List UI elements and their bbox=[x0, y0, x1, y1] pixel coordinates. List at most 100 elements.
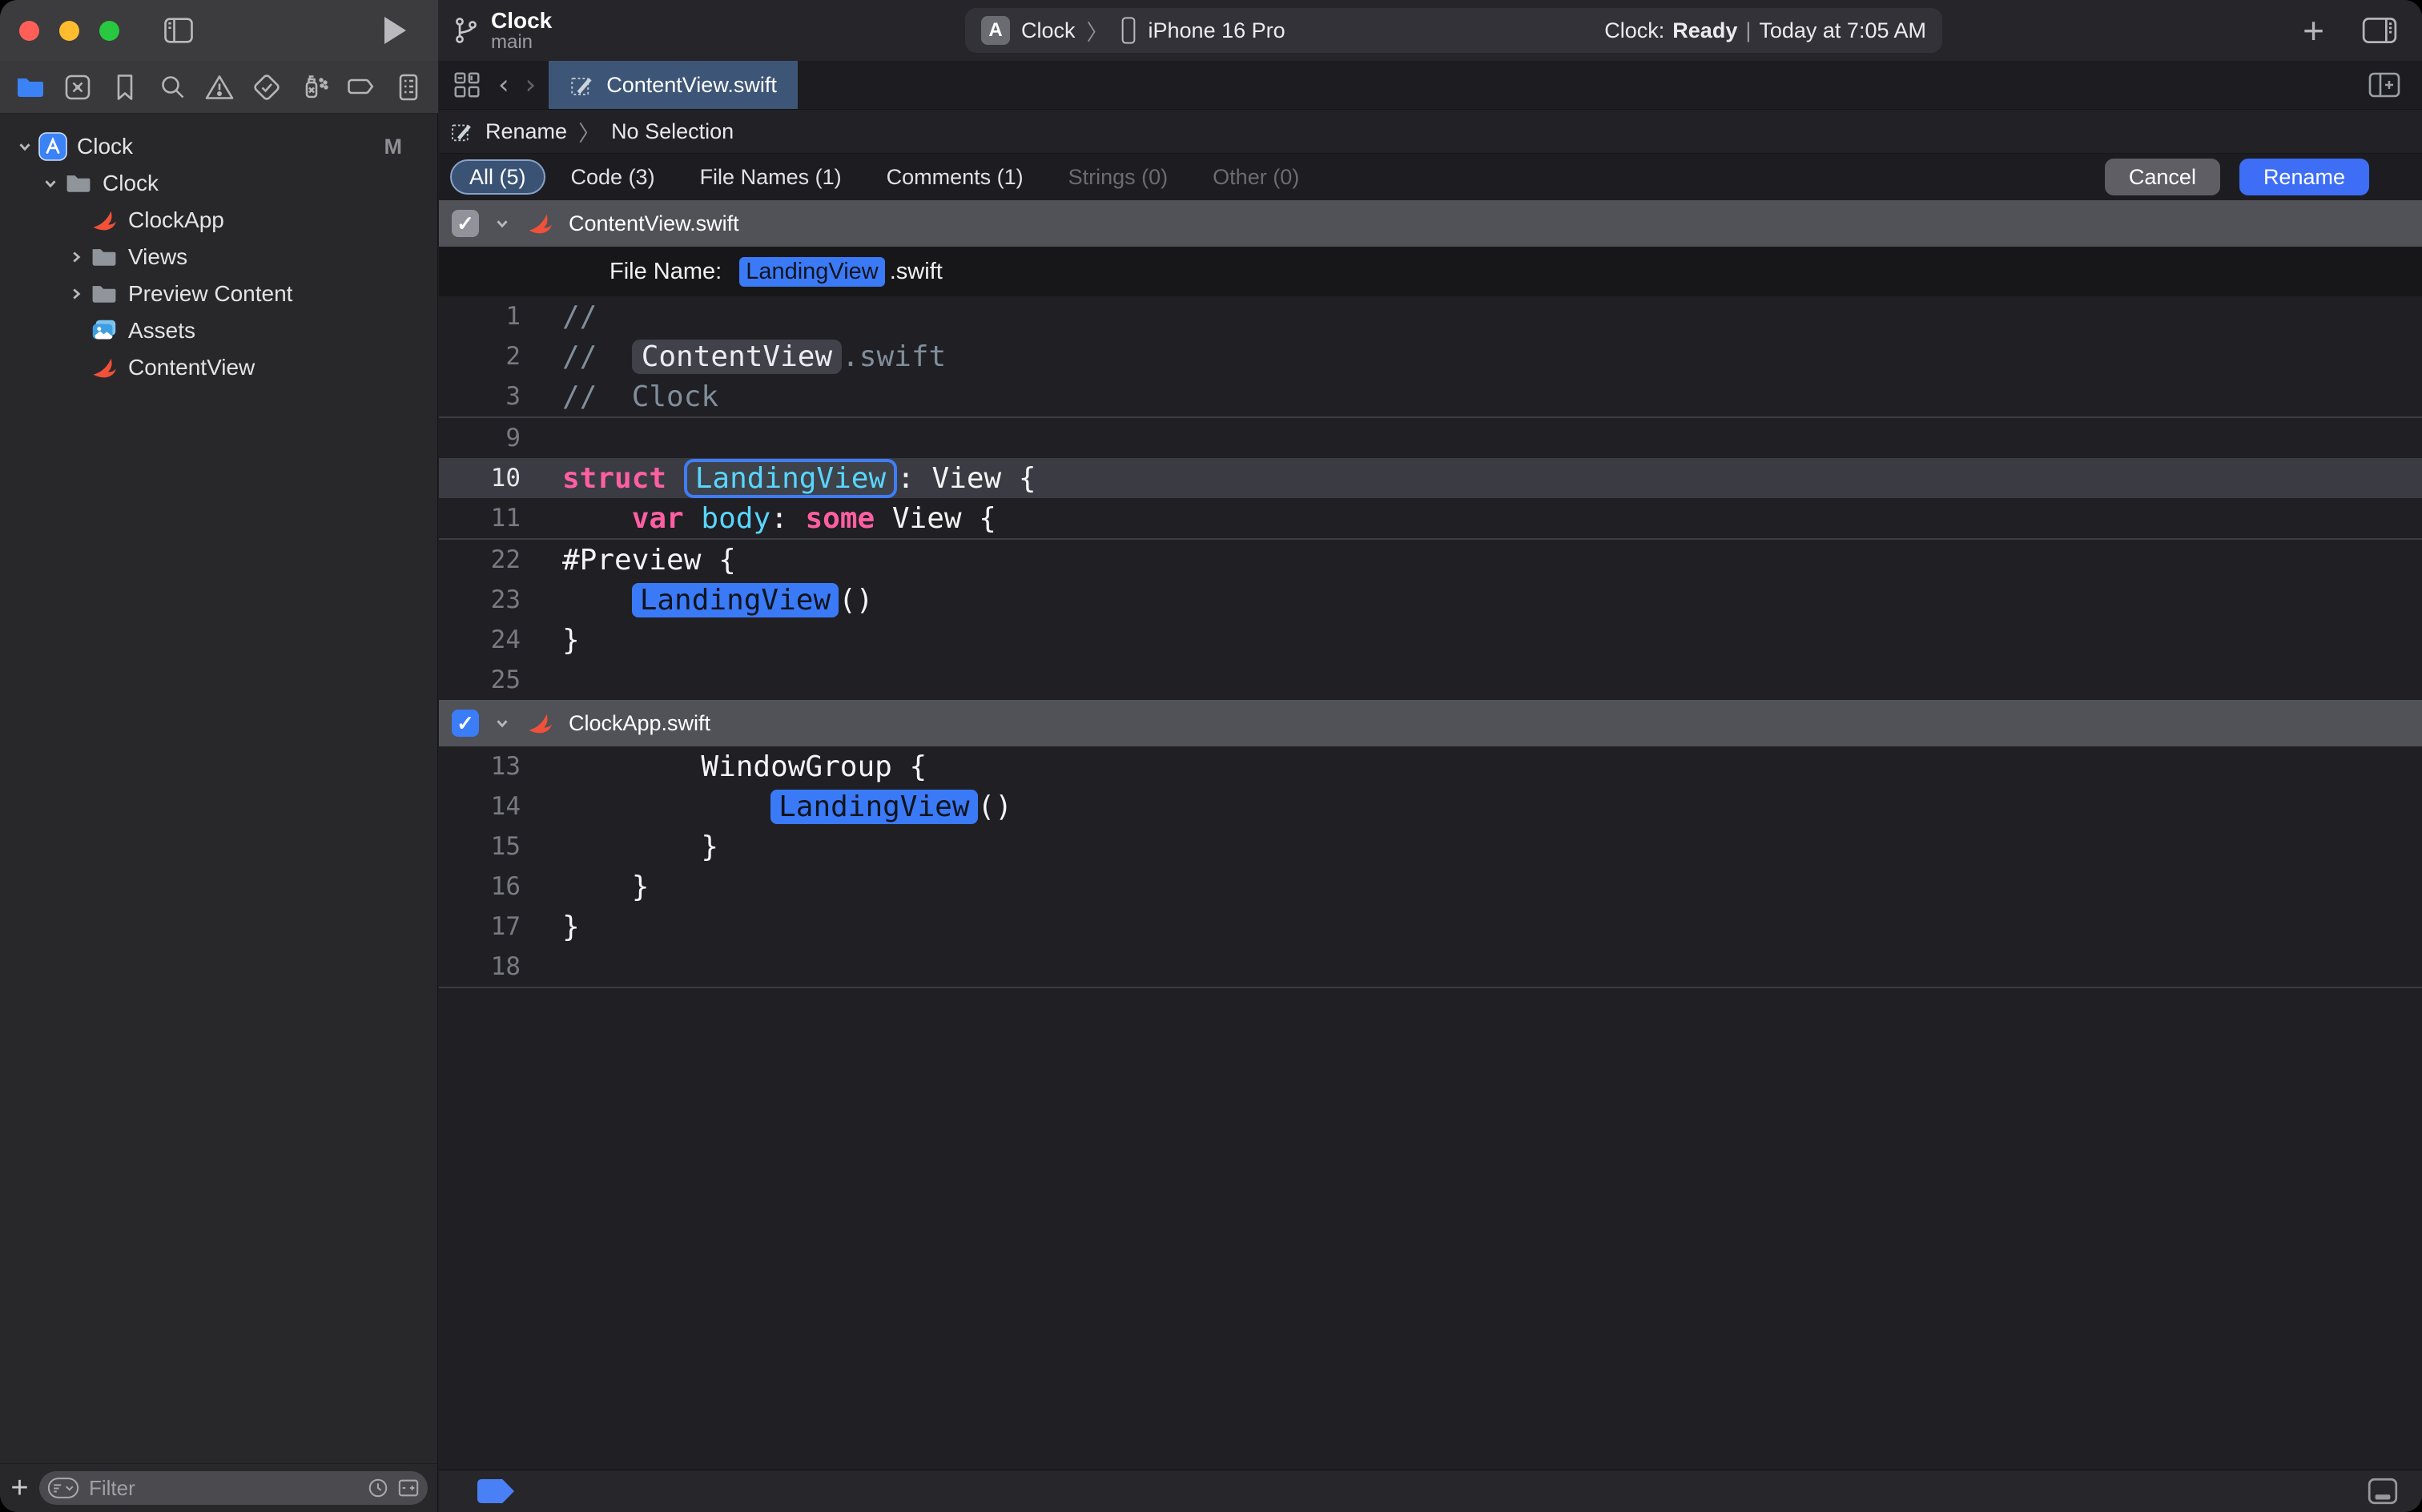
assets-icon bbox=[88, 315, 120, 347]
tree-item-clock[interactable]: Clock bbox=[0, 165, 437, 202]
tests-navigator-icon[interactable] bbox=[251, 71, 283, 103]
xcode-window: ClockMClockClockAppViewsPreview ContentA… bbox=[0, 0, 2422, 1512]
tab-contentview-swift[interactable]: ContentView.swift bbox=[549, 61, 798, 109]
project-navigator-icon[interactable] bbox=[14, 71, 46, 103]
scope-filter-other: Other (0) bbox=[1193, 159, 1318, 195]
tree-item-assets[interactable]: Assets bbox=[0, 312, 437, 349]
code-segment: #Preview { bbox=[562, 544, 736, 577]
run-destination-name[interactable]: iPhone 16 Pro bbox=[1149, 18, 1285, 43]
filter-input[interactable] bbox=[87, 1475, 359, 1502]
related-items-icon[interactable] bbox=[452, 70, 482, 100]
section-collapse-icon[interactable] bbox=[493, 215, 511, 232]
code-line-1: 1// bbox=[439, 296, 2422, 336]
source-control-status-badge: M bbox=[384, 135, 403, 159]
scope-filter-file[interactable]: File Names (1) bbox=[681, 159, 861, 195]
filter-field[interactable] bbox=[39, 1471, 428, 1505]
rename-token-comment[interactable]: ContentView bbox=[632, 340, 842, 374]
code-segment bbox=[562, 502, 632, 535]
breakpoints-navigator-icon[interactable] bbox=[345, 71, 377, 103]
code-line-2: 2// ContentView.swift bbox=[439, 336, 2422, 376]
disclosure-open-icon[interactable] bbox=[13, 138, 37, 155]
line-number: 17 bbox=[439, 912, 521, 941]
line-number: 22 bbox=[439, 545, 521, 574]
toggle-debug-area-icon[interactable] bbox=[2366, 1477, 2400, 1506]
jump-bar[interactable]: Rename 〉 No Selection bbox=[439, 110, 2422, 154]
new-tab-icon[interactable]: + bbox=[2303, 14, 2324, 46]
toggle-navigator-icon[interactable] bbox=[161, 13, 196, 48]
find-navigator-icon[interactable] bbox=[156, 71, 188, 103]
file-tree: ClockMClockClockAppViews Preview Content A… bbox=[0, 114, 437, 1463]
section-collapse-icon[interactable] bbox=[493, 714, 511, 732]
rename-mode-icon bbox=[569, 72, 595, 98]
activity-status-bar[interactable]: A Clock 〉 iPhone 16 Pro Clock: Ready | T… bbox=[965, 8, 1942, 53]
source-control-navigator-icon[interactable] bbox=[62, 71, 94, 103]
rename-breadcrumb-icon bbox=[450, 119, 474, 143]
breadcrumb-selection[interactable]: No Selection bbox=[611, 119, 734, 144]
scheme-name[interactable]: Clock bbox=[1021, 18, 1076, 43]
code-line-23: 23 LandingView() bbox=[439, 580, 2422, 620]
toggle-inspector-icon[interactable] bbox=[2361, 15, 2398, 46]
code-line-14: 14 LandingView() bbox=[439, 786, 2422, 826]
code-segment: WindowGroup { bbox=[562, 750, 927, 783]
go-back-icon[interactable]: ‹ bbox=[498, 69, 509, 101]
recent-files-icon[interactable] bbox=[367, 1477, 389, 1499]
disclosure-open-icon[interactable] bbox=[38, 175, 62, 192]
file-section-header[interactable]: ✓ ClockApp.swift bbox=[439, 700, 2422, 746]
breadcrumb-tool[interactable]: Rename bbox=[485, 119, 567, 144]
disclosure-closed-icon[interactable] bbox=[64, 285, 88, 303]
code-line-15: 15 } bbox=[439, 826, 2422, 867]
reports-navigator-icon[interactable] bbox=[392, 71, 424, 103]
close-window-button[interactable] bbox=[19, 21, 39, 41]
section-file-name: ClockApp.swift bbox=[569, 711, 710, 736]
debug-navigator-icon[interactable] bbox=[298, 71, 330, 103]
code-line-9: 9 bbox=[439, 418, 2422, 458]
code-segment bbox=[562, 584, 632, 617]
branch-icon bbox=[449, 14, 481, 46]
rename-token-match[interactable]: LandingView bbox=[632, 583, 839, 617]
scope-filter-code[interactable]: Code (3) bbox=[552, 159, 674, 195]
filter-scope-icon[interactable] bbox=[397, 1477, 420, 1499]
line-number: 2 bbox=[439, 342, 521, 371]
zoom-window-button[interactable] bbox=[99, 21, 119, 41]
filter-options-icon[interactable] bbox=[47, 1477, 79, 1499]
rename-button[interactable]: Rename bbox=[2239, 159, 2369, 195]
tree-item-clock[interactable]: ClockM bbox=[0, 128, 437, 165]
tree-item-label: Preview Content bbox=[128, 281, 292, 307]
tree-item-label: Assets bbox=[128, 318, 195, 344]
scope-filter-comments[interactable]: Comments (1) bbox=[867, 159, 1043, 195]
section-file-name: ContentView.swift bbox=[569, 211, 739, 236]
scheme-app-icon: A bbox=[981, 16, 1010, 45]
cancel-button[interactable]: Cancel bbox=[2105, 159, 2220, 195]
go-forward-icon[interactable]: › bbox=[525, 69, 537, 101]
rename-token-editing[interactable]: LandingView bbox=[684, 459, 897, 498]
add-file-button[interactable]: + bbox=[10, 1473, 30, 1503]
status-app-label: Clock: bbox=[1604, 18, 1664, 43]
line-number: 15 bbox=[439, 832, 521, 861]
tree-item-contentview[interactable]: ContentView bbox=[0, 349, 437, 386]
code-line-25: 25 bbox=[439, 660, 2422, 700]
issues-navigator-icon[interactable] bbox=[203, 71, 235, 103]
include-file-checkbox[interactable]: ✓ bbox=[452, 710, 479, 737]
code-line-16: 16 } bbox=[439, 867, 2422, 907]
tree-item-preview-content[interactable]: Preview Content bbox=[0, 275, 437, 312]
minimize-window-button[interactable] bbox=[59, 21, 79, 41]
file-name-rename-token[interactable]: LandingView bbox=[739, 257, 885, 287]
rename-scope-bar: All (5)Code (3)File Names (1)Comments (1… bbox=[439, 154, 2422, 200]
code-line-18: 18 bbox=[439, 947, 2422, 987]
tree-item-clockapp[interactable]: ClockApp bbox=[0, 202, 437, 239]
scope-filter-all[interactable]: All (5) bbox=[450, 159, 545, 195]
split-editor-icon[interactable] bbox=[2368, 71, 2401, 99]
rename-token-match[interactable]: LandingView bbox=[770, 790, 977, 824]
file-section-header[interactable]: ✓ ContentView.swift bbox=[439, 200, 2422, 247]
disclosure-closed-icon[interactable] bbox=[64, 248, 88, 266]
breakpoints-toggle-icon[interactable] bbox=[477, 1479, 514, 1503]
code-segment: // bbox=[562, 300, 597, 333]
include-file-checkbox[interactable]: ✓ bbox=[452, 210, 479, 237]
code-segment: // bbox=[562, 340, 632, 373]
tree-item-views[interactable]: Views bbox=[0, 239, 437, 275]
code-segment: some bbox=[805, 502, 875, 535]
code-section-divider bbox=[439, 987, 2422, 988]
branch-name: main bbox=[491, 32, 552, 52]
run-button[interactable] bbox=[384, 17, 406, 44]
bookmarks-navigator-icon[interactable] bbox=[109, 71, 141, 103]
